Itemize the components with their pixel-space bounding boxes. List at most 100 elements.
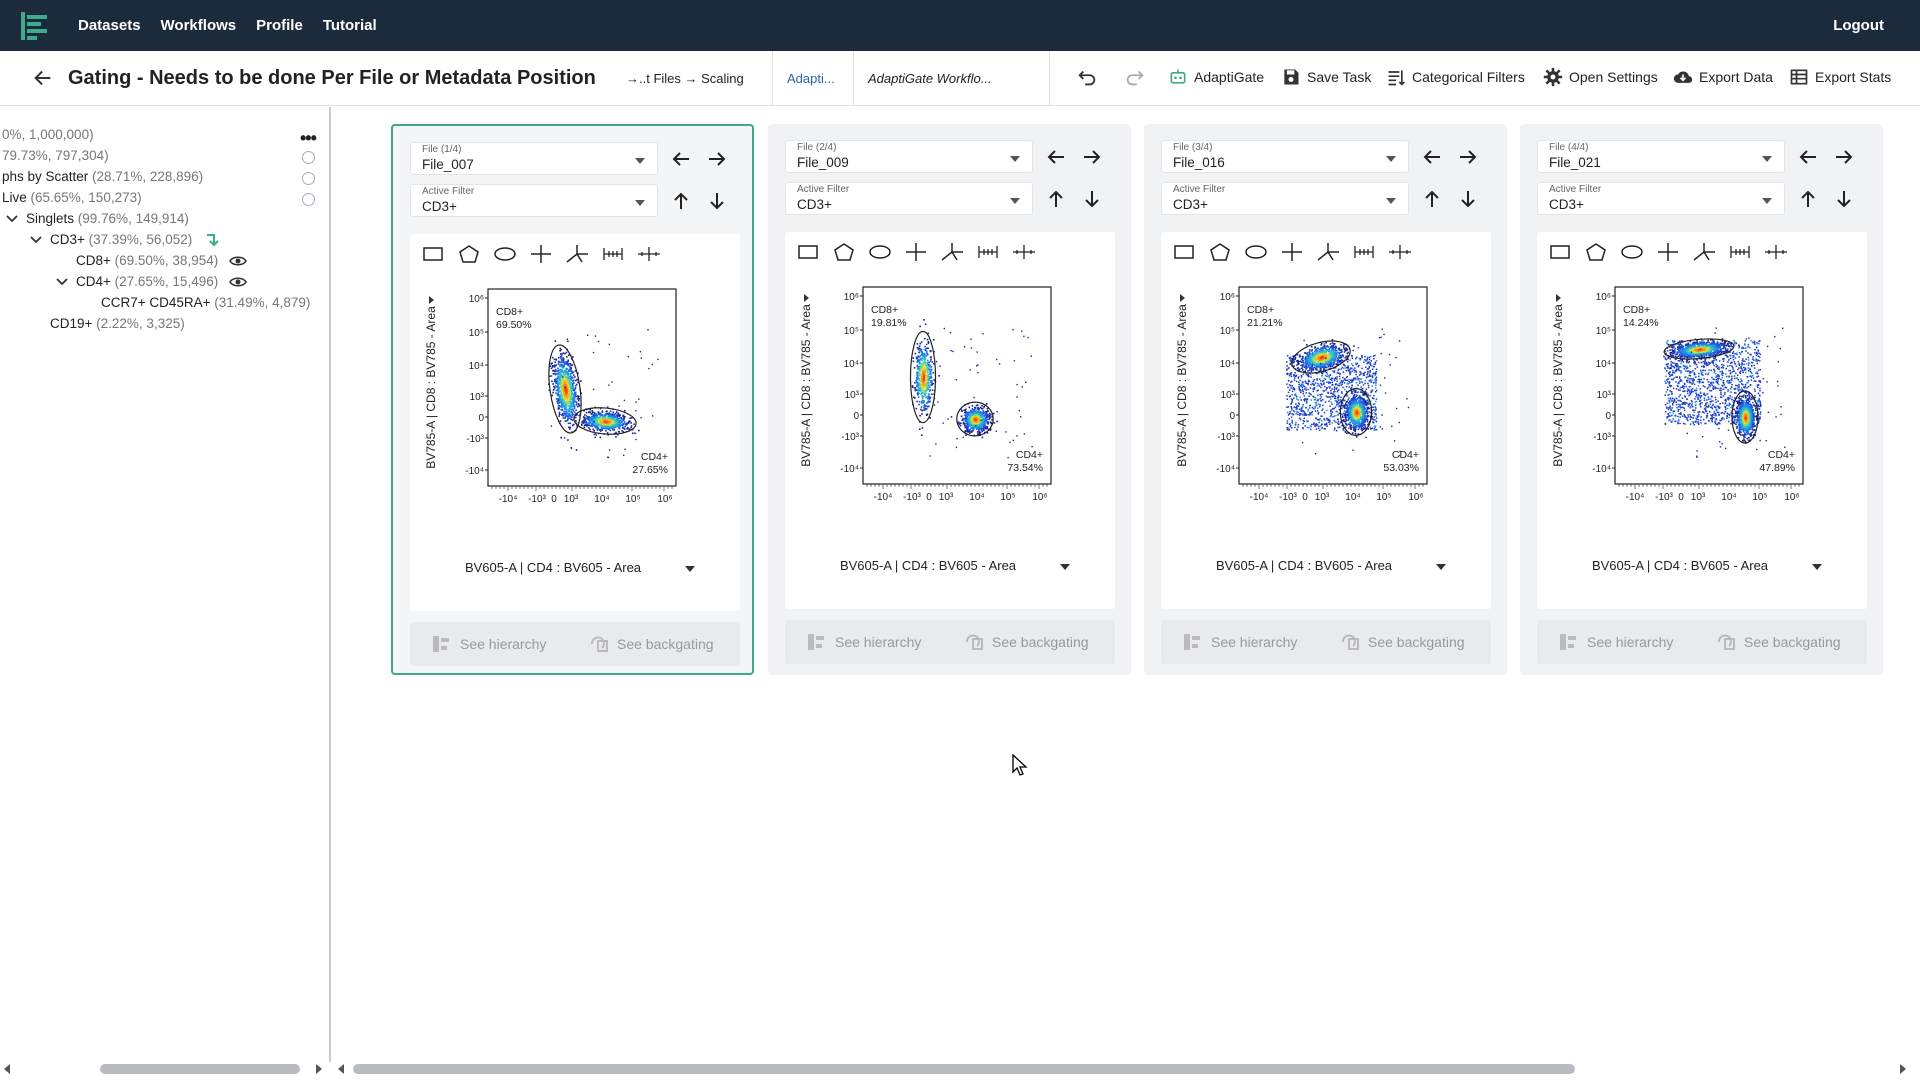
categorical-filters-button[interactable]: Categorical Filters xyxy=(1386,67,1525,87)
see-hierarchy-button[interactable]: See hierarchy xyxy=(807,633,921,651)
range-gate-icon[interactable] xyxy=(1351,242,1377,262)
rectangle-gate-icon[interactable] xyxy=(1171,242,1197,262)
polygon-gate-icon[interactable] xyxy=(1207,242,1233,262)
back-arrow-icon[interactable] xyxy=(32,67,54,89)
next-file-arrow-icon[interactable] xyxy=(1081,146,1103,168)
scroll-right-icon[interactable] xyxy=(314,1063,324,1075)
export-stats-button[interactable]: Export Stats xyxy=(1789,67,1891,87)
file-card[interactable]: File (2/4) File_009 Active Filter CD3+ 1… xyxy=(768,124,1131,675)
previous-file-arrow-icon[interactable] xyxy=(670,148,692,170)
event-point xyxy=(1332,422,1334,424)
event-point xyxy=(557,372,559,374)
app-logo-icon[interactable] xyxy=(18,7,56,45)
nav-tutorial[interactable]: Tutorial xyxy=(323,17,377,34)
dropdown-caret-icon xyxy=(1010,156,1020,162)
tree-node-cd19[interactable]: CD19+ (2.22%, 3,325) xyxy=(50,316,185,331)
chevron-down-icon[interactable] xyxy=(30,234,42,246)
nav-profile[interactable]: Profile xyxy=(256,17,303,34)
chevron-down-icon[interactable] xyxy=(56,276,68,288)
undo-icon[interactable] xyxy=(1076,67,1098,89)
tree-menu-icon[interactable]: ••• xyxy=(300,128,316,149)
adaptigate-button[interactable]: AdaptiGate xyxy=(1168,67,1264,87)
event-point xyxy=(1347,376,1349,378)
rectangle-gate-icon[interactable] xyxy=(795,242,821,262)
event-point xyxy=(1373,358,1375,360)
split-gate-icon[interactable] xyxy=(636,244,662,264)
visibility-radio[interactable] xyxy=(302,151,315,164)
event-point xyxy=(1304,366,1306,368)
active-filter-select[interactable]: Active Filter CD3+ xyxy=(410,184,658,217)
tree-node-root[interactable]: 0%, 1,000,000) xyxy=(2,127,94,142)
tree-node-cells[interactable]: 79.73%, 797,304) xyxy=(2,148,109,163)
tree-node-cd4[interactable]: CD4+ (27.65%, 15,496) xyxy=(76,274,218,289)
previous-file-arrow-icon[interactable] xyxy=(1421,146,1443,168)
ellipse-gate-icon[interactable] xyxy=(492,244,518,264)
density-scatter-plot[interactable]: 10⁶10⁵10⁴10³0-10³-10⁴-10⁴ -10³ 0 10³ 10⁴ 10⁵ 1… xyxy=(1161,272,1491,602)
split-gate-icon[interactable] xyxy=(1011,242,1037,262)
visibility-radio[interactable] xyxy=(302,172,315,185)
quadrant-gate-icon[interactable] xyxy=(903,242,929,262)
range-gate-icon[interactable] xyxy=(975,242,1001,262)
save-task-button[interactable]: Save Task xyxy=(1281,67,1371,87)
polygon-gate-icon[interactable] xyxy=(831,242,857,262)
tree-node-live[interactable]: Live (65.65%, 150,273) xyxy=(2,190,142,205)
child-filter-arrow-icon[interactable] xyxy=(1081,188,1103,210)
ellipse-gate-icon[interactable] xyxy=(1243,242,1269,262)
file-card[interactable]: File (1/4) File_007 Active Filter CD3+ 1… xyxy=(391,124,754,675)
tab-adapti[interactable]: Adapti... xyxy=(772,51,849,105)
chevron-down-icon[interactable] xyxy=(6,213,18,225)
range-gate-icon[interactable] xyxy=(600,244,626,264)
file-select[interactable]: File (3/4) File_016 xyxy=(1161,140,1409,173)
tree-node-lymphs[interactable]: phs by Scatter (28.71%, 228,896) xyxy=(2,169,203,184)
quadrant-gate-icon[interactable] xyxy=(1279,242,1305,262)
redo-icon[interactable] xyxy=(1124,67,1146,89)
tree-node-singlets[interactable]: Singlets (99.76%, 149,914) xyxy=(26,211,189,226)
density-scatter-plot[interactable]: 10⁶10⁵10⁴10³0-10³-10⁴-10⁴ -10³ 0 10³ 10⁴ 10⁵ 1… xyxy=(785,272,1115,602)
eye-icon[interactable] xyxy=(229,253,247,269)
see-backgating-button[interactable]: See backgating xyxy=(964,633,1089,651)
logout-button[interactable]: Logout xyxy=(1833,17,1884,34)
file-select[interactable]: File (1/4) File_007 xyxy=(410,142,658,175)
active-filter-select[interactable]: Active Filter CD3+ xyxy=(1161,182,1409,215)
event-point xyxy=(559,413,561,415)
child-filter-arrow-icon[interactable] xyxy=(706,190,728,212)
split-gate-icon[interactable] xyxy=(1387,242,1413,262)
file-card[interactable]: File (3/4) File_016 Active Filter CD3+ 1… xyxy=(1144,124,1507,675)
quadrant-gate-icon[interactable] xyxy=(528,244,554,264)
rectangle-gate-icon[interactable] xyxy=(420,244,446,264)
sidebar-horizontal-scrollbar[interactable] xyxy=(100,1064,300,1074)
previous-file-arrow-icon[interactable] xyxy=(1045,146,1067,168)
event-point xyxy=(1376,379,1378,381)
next-file-arrow-icon[interactable] xyxy=(706,148,728,170)
tree-node-ccr7-cd45ra[interactable]: CCR7+ CD45RA+ (31.49%, 4,879) xyxy=(101,295,310,310)
spider-gate-icon[interactable] xyxy=(939,242,965,262)
see-hierarchy-button[interactable]: See hierarchy xyxy=(432,635,546,653)
parent-filter-arrow-icon[interactable] xyxy=(1421,188,1443,210)
next-file-arrow-icon[interactable] xyxy=(1457,146,1479,168)
spider-gate-icon[interactable] xyxy=(1315,242,1341,262)
event-point xyxy=(612,414,613,415)
active-filter-select[interactable]: Active Filter CD3+ xyxy=(785,182,1033,215)
eye-icon[interactable] xyxy=(229,274,247,290)
scroll-left-icon[interactable] xyxy=(2,1063,12,1075)
file-select[interactable]: File (2/4) File_009 xyxy=(785,140,1033,173)
visibility-radio[interactable] xyxy=(302,193,315,206)
polygon-gate-icon[interactable] xyxy=(456,244,482,264)
open-settings-button[interactable]: Open Settings xyxy=(1543,67,1658,87)
event-point xyxy=(1288,406,1290,408)
parent-filter-arrow-icon[interactable] xyxy=(1045,188,1067,210)
nav-workflows[interactable]: Workflows xyxy=(161,17,237,34)
see-backgating-button[interactable]: See backgating xyxy=(589,635,714,653)
ellipse-gate-icon[interactable] xyxy=(867,242,893,262)
nav-datasets[interactable]: Datasets xyxy=(78,17,141,34)
child-filter-arrow-icon[interactable] xyxy=(1457,188,1479,210)
tab-adaptigate-workflow[interactable]: AdaptiGate Workflo... xyxy=(853,51,1050,105)
density-scatter-plot[interactable]: 10⁶10⁵10⁴10³0-10³-10⁴-10⁴ -10³ 0 10³ 10⁴ 10⁵ 1… xyxy=(410,274,740,604)
tree-node-cd8[interactable]: CD8+ (69.50%, 38,954) xyxy=(76,253,218,268)
event-point xyxy=(570,423,572,425)
export-data-button[interactable]: Export Data xyxy=(1673,67,1773,87)
tree-node-cd3[interactable]: CD3+ (37.39%, 56,052) xyxy=(50,232,192,247)
tab-scaling[interactable]: →..t Files → Scaling xyxy=(612,51,758,105)
parent-filter-arrow-icon[interactable] xyxy=(670,190,692,212)
spider-gate-icon[interactable] xyxy=(564,244,590,264)
